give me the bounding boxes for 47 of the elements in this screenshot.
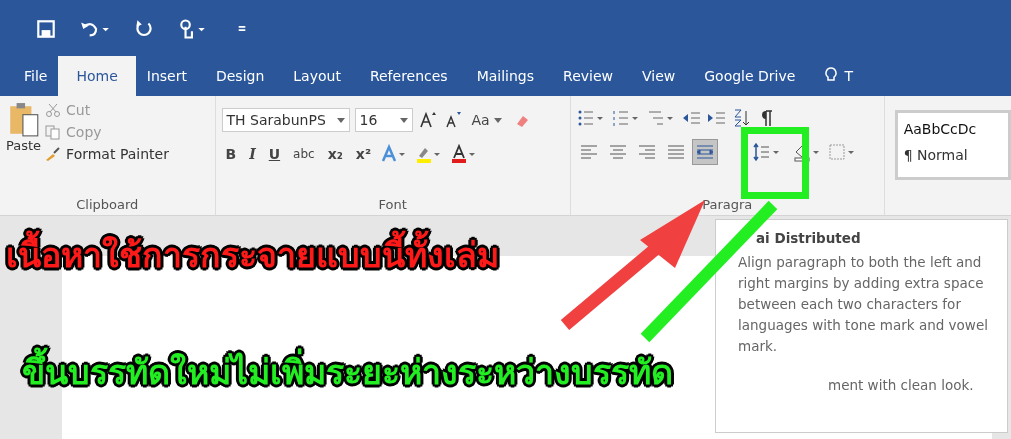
grow-font-icon[interactable] xyxy=(417,110,438,130)
highlight-frame xyxy=(741,127,809,199)
line-spacing-icon[interactable] xyxy=(751,142,782,162)
paste-label: Paste xyxy=(6,138,42,153)
tooltip-title: ai Distributed xyxy=(756,229,862,248)
tooltip-text: Align paragraph to both the left and right margins by adding extra space between each two characters for languages with tone mark and vowel mark. xyxy=(738,253,989,356)
ribbon-tab[interactable]: References xyxy=(369,68,448,96)
format-button[interactable]: x₂ xyxy=(323,146,347,162)
scissors-icon xyxy=(45,102,62,118)
font-size-dropdown[interactable]: 16 xyxy=(354,108,413,132)
format-painter-button[interactable]: Format Painter xyxy=(45,146,169,162)
style-gallery-item[interactable]: AaBbCcDc ¶ Normal xyxy=(894,110,1011,180)
ribbon-tab[interactable]: View xyxy=(642,68,676,96)
format-button[interactable]: I xyxy=(245,146,260,162)
ribbon-tab[interactable]: Mailings xyxy=(476,68,535,96)
paintbrush-icon xyxy=(45,146,62,162)
paste-button[interactable]: Paste xyxy=(6,100,42,162)
caret-icon xyxy=(399,117,408,123)
font-name-dropdown[interactable]: TH SarabunPS xyxy=(221,108,350,132)
ribbon-tab[interactable]: Home xyxy=(58,56,136,96)
format-button[interactable]: U xyxy=(264,146,285,162)
group-label: Paragra xyxy=(701,197,754,212)
tell-me-field[interactable]: T xyxy=(844,68,853,96)
format-button[interactable]: x² xyxy=(351,146,376,162)
caret-icon xyxy=(493,117,502,123)
annotation-caption: ขึ้นบรรทัดใหม่ไม่เพิ่มระยะห่างระหว่างบรรทัด xyxy=(22,345,673,399)
copy-icon xyxy=(45,124,62,140)
ribbon-tab[interactable]: Insert xyxy=(146,68,187,96)
style-sample: AaBbCcDc xyxy=(903,121,978,137)
sort-icon[interactable] xyxy=(731,108,752,128)
clipboard-icon xyxy=(7,102,40,138)
group-label: Font xyxy=(377,197,408,212)
change-case-button[interactable]: Aa xyxy=(467,112,506,128)
ribbon-tab[interactable]: Google Drive xyxy=(704,68,796,96)
ribbon-tab[interactable]: Design xyxy=(215,68,265,96)
annotation-caption: เนื้อหาใช้การกระจายแบบนี้ทั้งเล่ม xyxy=(6,228,499,282)
save-icon[interactable] xyxy=(35,18,57,40)
align-button[interactable] xyxy=(692,140,717,164)
group-label: Clipboard xyxy=(75,197,140,212)
ribbon-tab[interactable]: Layout xyxy=(293,68,341,96)
ribbon-tab[interactable]: File xyxy=(24,68,48,96)
style-name: ¶ Normal xyxy=(903,147,969,163)
format-button[interactable]: abc xyxy=(289,147,319,161)
ribbon-tab[interactable]: Review xyxy=(563,68,613,96)
tooltip-text: ment with clean look. xyxy=(828,376,975,395)
caret-icon xyxy=(336,117,345,123)
format-button[interactable]: B xyxy=(221,146,241,162)
